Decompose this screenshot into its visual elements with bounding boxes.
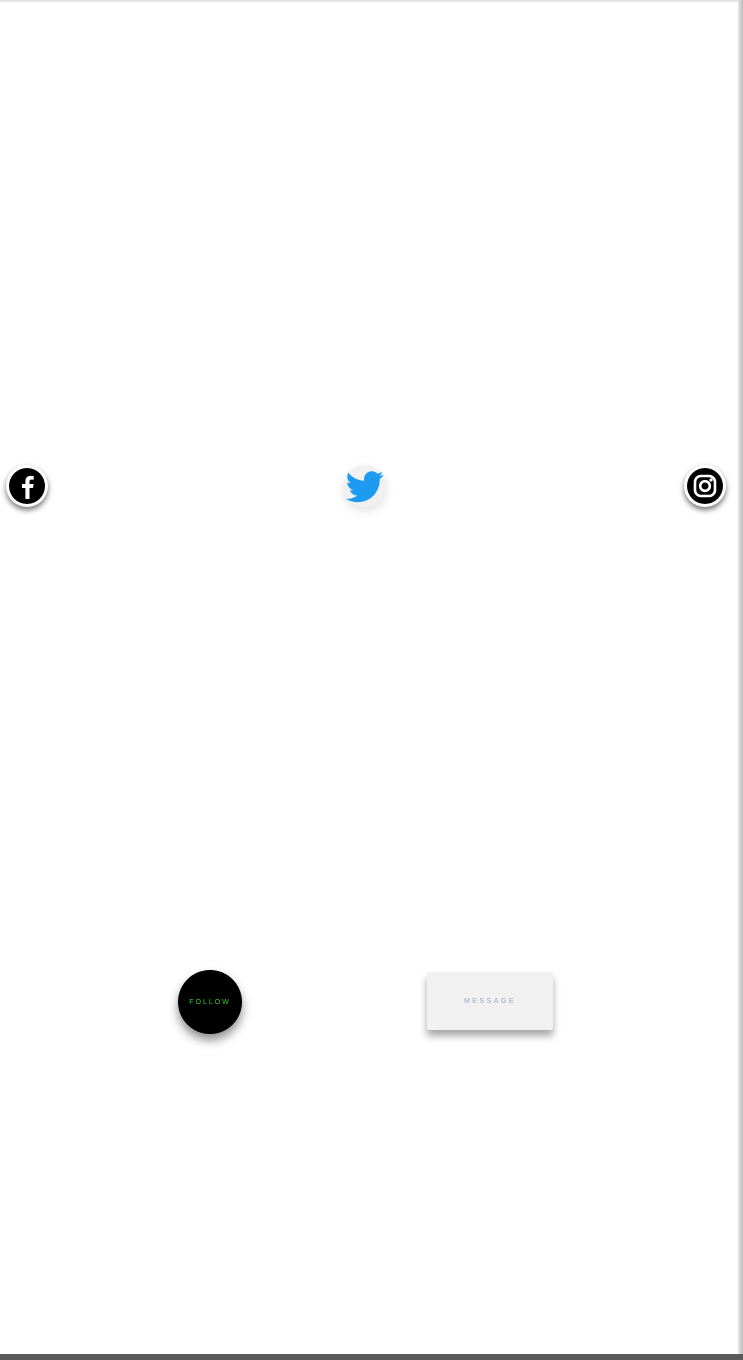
message-button[interactable]: MESSAGE (427, 972, 553, 1030)
scrollbar[interactable] (738, 0, 743, 1354)
top-edge (0, 0, 743, 3)
page: FOLLOW MESSAGE (0, 0, 743, 1360)
bottom-bar (0, 1354, 743, 1360)
facebook-button[interactable] (6, 465, 48, 507)
instagram-button[interactable] (684, 465, 726, 507)
instagram-icon (687, 468, 723, 504)
twitter-button[interactable] (344, 465, 386, 507)
facebook-icon (9, 468, 45, 504)
message-label: MESSAGE (463, 997, 517, 1005)
twitter-icon (346, 471, 384, 503)
follow-label: FOLLOW (189, 998, 231, 1006)
follow-button[interactable]: FOLLOW (178, 970, 242, 1034)
